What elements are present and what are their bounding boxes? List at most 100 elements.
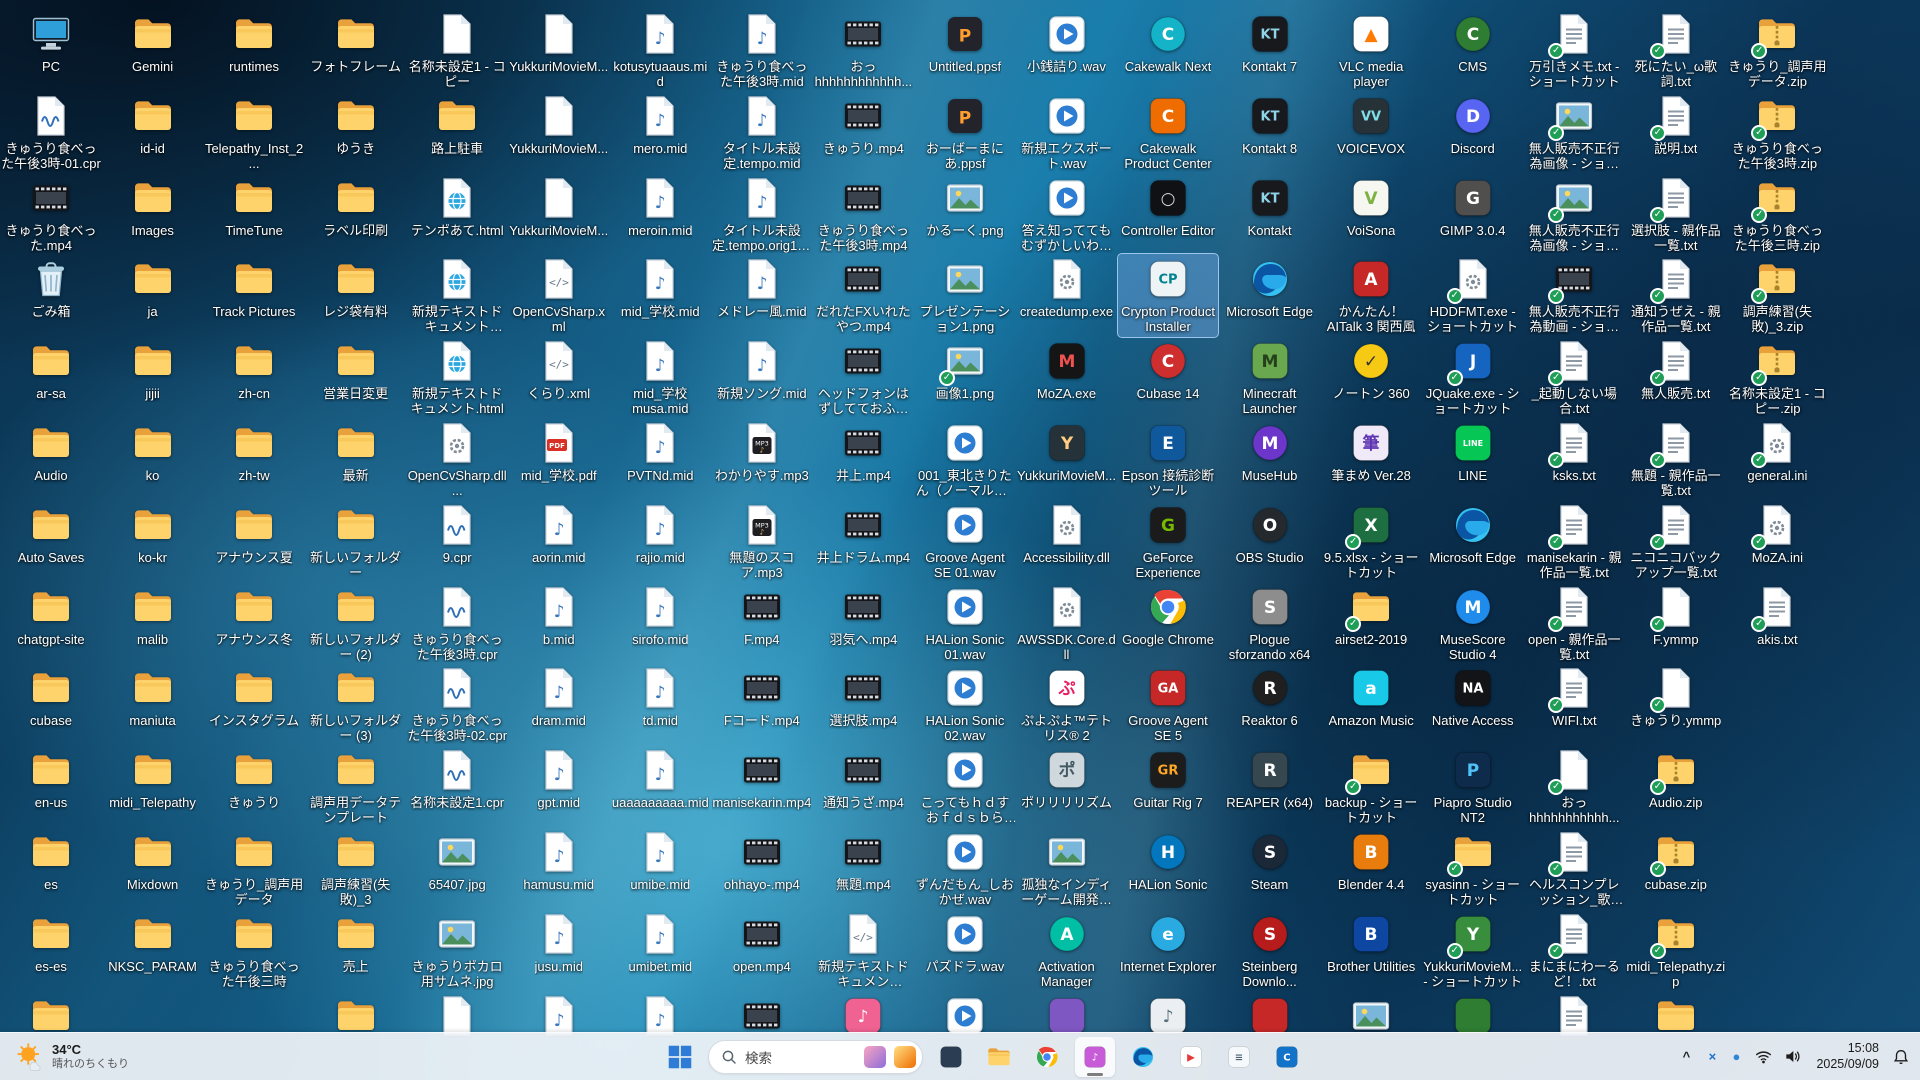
desktop-icon[interactable]: ja — [103, 254, 203, 330]
desktop-icon[interactable]: ♪umibe.mid — [610, 827, 710, 903]
desktop-icon[interactable]: 井上ドラム.mp4 — [813, 500, 913, 576]
desktop-icon[interactable]: 新規テキストドキュメント.html — [407, 336, 507, 419]
desktop-icon[interactable]: DDiscord — [1423, 91, 1523, 167]
desktop-icon[interactable]: かるーく.png — [915, 173, 1015, 249]
desktop-icon[interactable]: VVoiSona — [1321, 173, 1421, 249]
desktop-icon[interactable]: X✓9.5.xlsx - ショートカット — [1321, 500, 1421, 583]
desktop-icon[interactable]: jijii — [103, 336, 203, 412]
desktop-icon[interactable]: maniuta — [103, 663, 203, 739]
desktop-icon[interactable]: 小銭詰り.wav — [1017, 9, 1117, 85]
desktop-icon[interactable]: ♪dram.mid — [509, 663, 609, 739]
desktop-icon[interactable]: プレゼンテーション1.png — [915, 254, 1015, 337]
desktop-icon[interactable]: ✓open - 親作品一覧.txt — [1524, 582, 1624, 665]
desktop-icon[interactable]: 選択肢.mp4 — [813, 663, 913, 739]
microsoft-edge[interactable] — [1123, 1037, 1163, 1077]
desktop-icon[interactable]: GRGuitar Rig 7 — [1118, 745, 1218, 821]
desktop-icon[interactable]: ゆうき — [306, 91, 406, 167]
desktop-icon[interactable]: ♪きゅうり食べった午後3時.mid — [712, 9, 812, 92]
desktop-icon[interactable]: ✓無人販売不正行為画像 - ショートカット — [1524, 173, 1624, 256]
desktop-icon[interactable]: きゅうり食べった午後3時-02.cpr — [407, 663, 507, 746]
desktop-icon[interactable]: HALion Sonic 01.wav — [915, 582, 1015, 665]
desktop-icon[interactable]: 孤独なインディーゲーム開発者の一生... — [1017, 827, 1117, 910]
desktop-icon[interactable]: テンポあて.html — [407, 173, 507, 249]
desktop-icon[interactable]: Audio — [1, 418, 101, 494]
desktop-icon[interactable]: Microsoft Edge — [1220, 254, 1320, 330]
desktop-icon[interactable]: YukkuriMovieM... — [509, 173, 609, 249]
desktop-icon[interactable]: YukkuriMovieM... — [509, 91, 609, 167]
weather-widget[interactable]: 34°C 晴れのちくもり — [6, 1033, 139, 1080]
desktop-icon[interactable]: VVVOICEVOX — [1321, 91, 1421, 167]
desktop-icon[interactable]: インスタグラム — [204, 663, 304, 739]
desktop-icon[interactable]: きゅうり食べった.mp4 — [1, 173, 101, 256]
desktop-icon[interactable]: es — [1, 827, 101, 903]
desktop-icon[interactable]: OOBS Studio — [1220, 500, 1320, 576]
desktop-icon[interactable]: MP3♪わかりやす.mp3 — [712, 418, 812, 494]
desktop-icon[interactable]: ♪hamusu.mid — [509, 827, 609, 903]
desktop-icon[interactable]: </>新規テキストドキュメント.musicxml — [813, 909, 913, 992]
desktop-icon[interactable]: だれたFXいれたやつ.mp4 — [813, 254, 913, 337]
desktop-icon[interactable]: ♪mid_学校musa.mid — [610, 336, 710, 419]
desktop-icon[interactable]: きゅうり食べった午後3時.cpr — [407, 582, 507, 665]
desktop-icon[interactable]: ✓midi_Telepathy.zip — [1626, 909, 1726, 992]
desktop-icon[interactable]: CCakewalk Next — [1118, 9, 1218, 85]
desktop-icon[interactable]: ✓Audio.zip — [1626, 745, 1726, 821]
desktop-icon[interactable]: ✓無人販売.txt — [1626, 336, 1726, 412]
desktop-icon[interactable]: aAmazon Music — [1321, 663, 1421, 739]
desktop-icon[interactable]: パズドラ.wav — [915, 909, 1015, 985]
desktop-icon[interactable]: 筆筆まめ Ver.28 — [1321, 418, 1421, 494]
desktop-icon[interactable]: RREAPER (x64) — [1220, 745, 1320, 821]
desktop-icon[interactable]: PUntitled.ppsf — [915, 9, 1015, 85]
desktop-icon[interactable]: Mixdown — [103, 827, 203, 903]
hidden-icons-chevron[interactable]: ^ — [1674, 1041, 1698, 1073]
desktop-icon[interactable]: </>くらり.xml — [509, 336, 609, 412]
desktop-icon[interactable]: ♪kotusytuaaus.mid — [610, 9, 710, 92]
desktop-icon[interactable]: ✓通知うぜえ - 親作品一覧.txt — [1626, 254, 1726, 337]
desktop-icon[interactable]: ✓akis.txt — [1727, 582, 1827, 658]
desktop-icon[interactable]: cubase — [1, 663, 101, 739]
clock[interactable]: 15:08 2025/09/09 — [1816, 1041, 1879, 1072]
desktop-icon[interactable]: runtimes — [204, 9, 304, 85]
desktop-icon[interactable]: ko-kr — [103, 500, 203, 576]
desktop-icon[interactable]: ✓MoZA.ini — [1727, 500, 1827, 576]
desktop-icon[interactable]: id-id — [103, 91, 203, 167]
desktop-icon[interactable]: こってもｈｄすおｆｄｓｂらお.wav — [915, 745, 1015, 828]
desktop-icon[interactable]: chatgpt-site — [1, 582, 101, 658]
desktop-icon[interactable]: ✓きゅうり食べった午後3時.zip — [1727, 91, 1827, 174]
desktop-icon[interactable]: ♪uaaaaaaaaa.mid — [610, 745, 710, 821]
desktop-icon[interactable]: MMuseHub — [1220, 418, 1320, 494]
desktop-icon[interactable]: ♪PVTNd.mid — [610, 418, 710, 494]
desktop-icon[interactable]: ✓調声練習(失敗)_3.zip — [1727, 254, 1827, 337]
desktop-icon[interactable]: MMoZA.exe — [1017, 336, 1117, 412]
desktop-icon[interactable]: EEpson 接続診断ツール — [1118, 418, 1218, 501]
desktop-icon[interactable]: Telepathy_Inst_2... — [204, 91, 304, 174]
desktop-icon[interactable]: きゅうり食べった午後三時 — [204, 909, 304, 992]
desktop-icon[interactable]: ✓きゅうり食べった午後三時.zip — [1727, 173, 1827, 256]
desktop-icon[interactable]: ✓_起動しない場合.txt — [1524, 336, 1624, 419]
desktop-icon[interactable]: PDFmid_学校.pdf — [509, 418, 609, 494]
desktop-icon[interactable]: manisekarin.mp4 — [712, 745, 812, 821]
start-button[interactable] — [660, 1037, 700, 1077]
desktop-icon[interactable]: レジ袋有料 — [306, 254, 406, 330]
desktop-icon[interactable]: GGIMP 3.0.4 — [1423, 173, 1523, 249]
wifi-icon[interactable] — [1750, 1041, 1776, 1073]
desktop-icon[interactable]: TimeTune — [204, 173, 304, 249]
desktop-icon[interactable]: ▲VLC media player — [1321, 9, 1421, 92]
desktop-icon[interactable]: es-es — [1, 909, 101, 985]
desktop-icon[interactable]: ♪meroin.mid — [610, 173, 710, 249]
desktop-icon[interactable]: ✓無題 - 親作品一覧.txt — [1626, 418, 1726, 501]
desktop-icon[interactable]: MMuseScore Studio 4 — [1423, 582, 1523, 665]
desktop-icon[interactable]: フォトフレーム — [306, 9, 406, 85]
desktop-icon[interactable]: Groove Agent SE 01.wav — [915, 500, 1015, 583]
desktop-icon[interactable]: 羽気へ.mp4 — [813, 582, 913, 658]
desktop-icon[interactable]: midi_Telepathy — [103, 745, 203, 821]
desktop-icon[interactable]: ぷぷよぷよ™テトリス® 2 — [1017, 663, 1117, 746]
desktop-icon[interactable]: Aかんたん！AITalk 3 関西風 — [1321, 254, 1421, 337]
desktop-icon[interactable]: MP3♪無題のスコア.mp3 — [712, 500, 812, 583]
desktop-icon[interactable]: GAGroove Agent SE 5 — [1118, 663, 1218, 746]
desktop-icon[interactable]: 新規テキストドキュメント (2).html — [407, 254, 507, 337]
desktop-icon[interactable]: ✓ヘルスコンプレッション_歌詞.txt — [1524, 827, 1624, 910]
desktop-icon[interactable]: ✓まにまにわーるど！.txt — [1524, 909, 1624, 992]
desktop-icon[interactable]: 9.cpr — [407, 500, 507, 576]
desktop-icon[interactable]: open.mp4 — [712, 909, 812, 985]
desktop-icon[interactable]: Gemini — [103, 9, 203, 85]
